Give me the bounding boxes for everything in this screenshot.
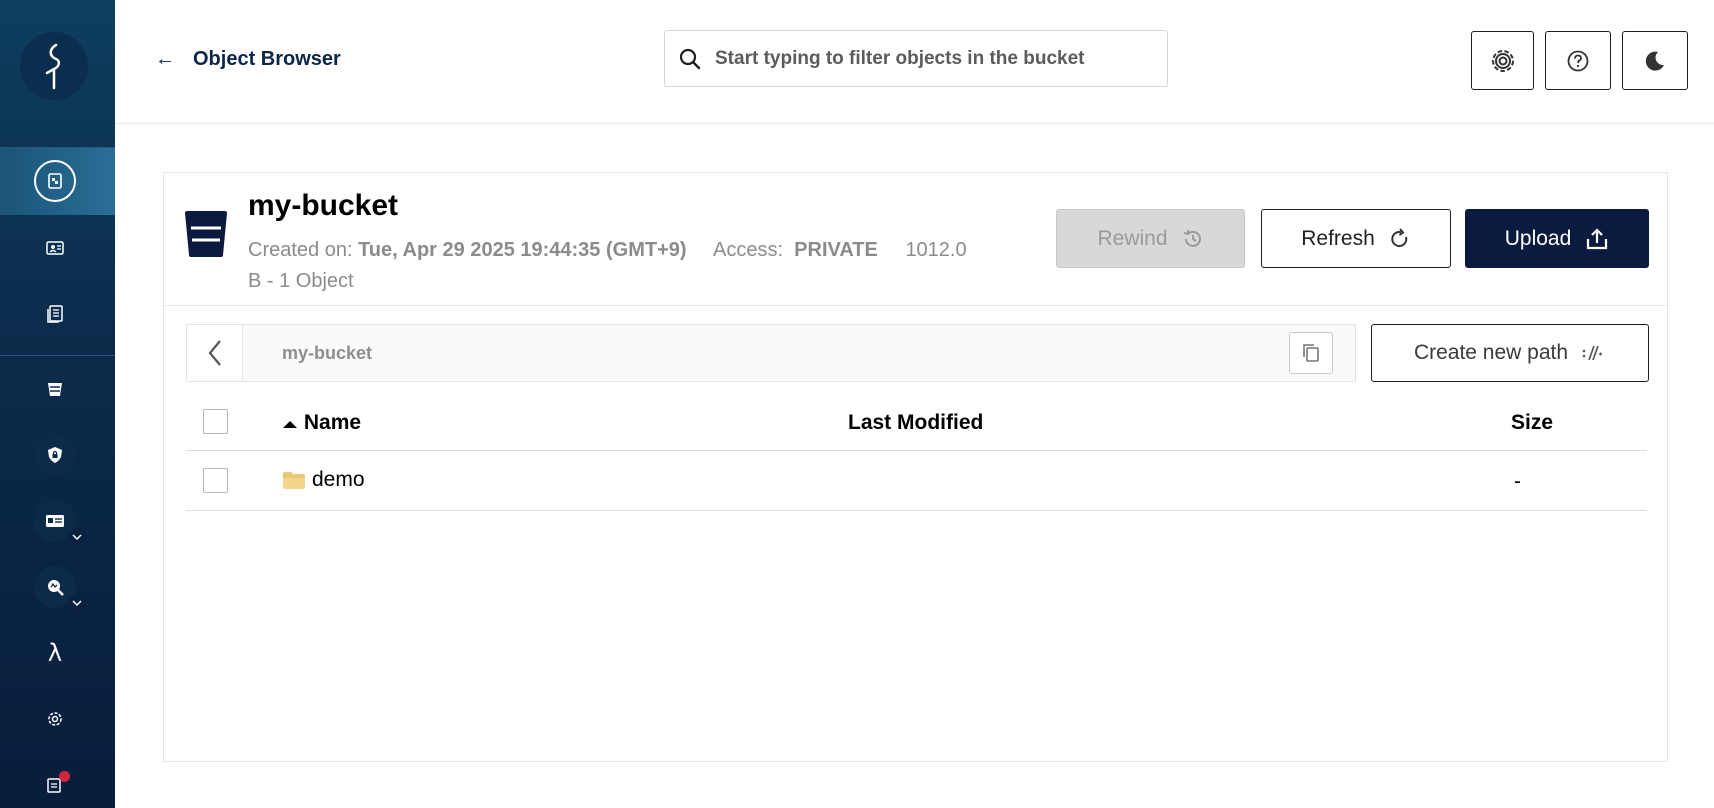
chevron-left-icon: [208, 340, 221, 366]
notification-badge: [59, 771, 70, 782]
access-value: PRIVATE: [794, 239, 878, 261]
minio-logo-icon: [45, 43, 61, 90]
new-path-icon: [1582, 345, 1603, 361]
current-path[interactable]: my-bucket: [282, 343, 372, 364]
sidebar: λ: [0, 0, 115, 808]
object-name: demo: [312, 468, 365, 491]
sidebar-item-license[interactable]: [34, 764, 76, 806]
object-name-cell[interactable]: demo: [282, 468, 365, 492]
column-name[interactable]: Name: [282, 411, 361, 435]
minio-logo[interactable]: [20, 32, 88, 100]
sidebar-item-events[interactable]: λ: [34, 632, 76, 674]
bucket-name: my-bucket: [248, 189, 399, 222]
object-browser-icon: [48, 173, 62, 189]
back-to-object-browser-link[interactable]: ← Object Browser: [155, 48, 341, 71]
sidebar-item-documentation[interactable]: [34, 293, 76, 335]
moon-icon: [1645, 51, 1664, 71]
create-new-path-button[interactable]: Create new path: [1371, 324, 1649, 382]
object-count: B - 1 Object: [248, 270, 354, 292]
path-back-button[interactable]: [187, 325, 243, 381]
upload-button[interactable]: Upload: [1465, 209, 1649, 268]
refresh-label: Refresh: [1301, 226, 1375, 250]
search-input[interactable]: [715, 47, 1155, 70]
created-value: Tue, Apr 29 2025 19:44:35 (GMT+9): [358, 239, 687, 261]
sort-ascending-icon: [283, 421, 297, 428]
sidebar-item-buckets[interactable]: [34, 368, 76, 410]
copy-path-button[interactable]: [1289, 332, 1333, 374]
upload-label: Upload: [1504, 226, 1572, 250]
shield-lock-icon: [48, 447, 62, 463]
documentation-icon: [47, 305, 63, 323]
select-all-checkbox[interactable]: [203, 409, 228, 434]
gear-icon: [48, 712, 62, 726]
top-header: ← Object Browser: [115, 0, 1714, 124]
monitoring-search-icon: [48, 580, 64, 596]
refresh-button[interactable]: Refresh: [1261, 209, 1451, 268]
column-last-modified[interactable]: Last Modified: [848, 411, 983, 435]
gear-icon: [1491, 49, 1514, 72]
table-header: Name Last Modified Size: [186, 393, 1647, 451]
back-label: Object Browser: [193, 48, 341, 70]
object-size: -: [1514, 470, 1521, 493]
history-icon: [1183, 229, 1201, 247]
folder-icon: [283, 472, 305, 489]
column-name-label: Name: [303, 411, 362, 434]
copy-icon: [1303, 344, 1319, 362]
lambda-icon: λ: [47, 639, 63, 667]
refresh-icon: [1391, 227, 1408, 247]
bucket-icon: [185, 211, 227, 257]
table-row[interactable]: demo -: [186, 451, 1647, 511]
settings-button[interactable]: [1471, 31, 1534, 90]
bucket-summary: my-bucket Created on: Tue, Apr 29 2025 1…: [164, 173, 1667, 306]
identity-expand-chevron-icon[interactable]: [68, 528, 86, 546]
bucket-size: 1012.0: [905, 239, 967, 261]
row-checkbox[interactable]: [203, 468, 228, 493]
sidebar-item-settings[interactable]: [34, 698, 76, 740]
search-icon: [679, 48, 701, 69]
arrow-left-icon: ←: [155, 48, 175, 70]
sidebar-divider: [0, 355, 115, 356]
bucket-icon: [48, 383, 62, 396]
rewind-button[interactable]: Rewind: [1056, 209, 1245, 268]
bucket-panel: my-bucket Created on: Tue, Apr 29 2025 1…: [163, 172, 1668, 762]
sidebar-item-policies[interactable]: [34, 434, 76, 476]
monitoring-expand-chevron-icon[interactable]: [68, 594, 86, 612]
sidebar-item-access-keys[interactable]: [34, 227, 76, 269]
rewind-label: Rewind: [1097, 226, 1168, 250]
breadcrumb: my-bucket: [186, 324, 1356, 382]
object-filter-search[interactable]: [664, 30, 1168, 87]
identity-card-icon: [46, 515, 64, 527]
access-label: Access:: [713, 239, 784, 261]
upload-icon: [1587, 227, 1608, 249]
help-button[interactable]: [1545, 31, 1611, 90]
sidebar-item-object-browser[interactable]: [34, 160, 76, 202]
bucket-metadata: Created on: Tue, Apr 29 2025 19:44:35 (G…: [248, 235, 1058, 297]
access-keys-icon: [46, 241, 64, 255]
dark-mode-toggle[interactable]: [1622, 31, 1688, 90]
column-size[interactable]: Size: [1511, 411, 1553, 435]
help-circle-icon: [1567, 50, 1589, 71]
created-label: Created on:: [248, 239, 353, 261]
create-new-path-label: Create new path: [1413, 341, 1569, 364]
app: λ ← Object Browser Start typing to filte…: [0, 0, 1714, 808]
